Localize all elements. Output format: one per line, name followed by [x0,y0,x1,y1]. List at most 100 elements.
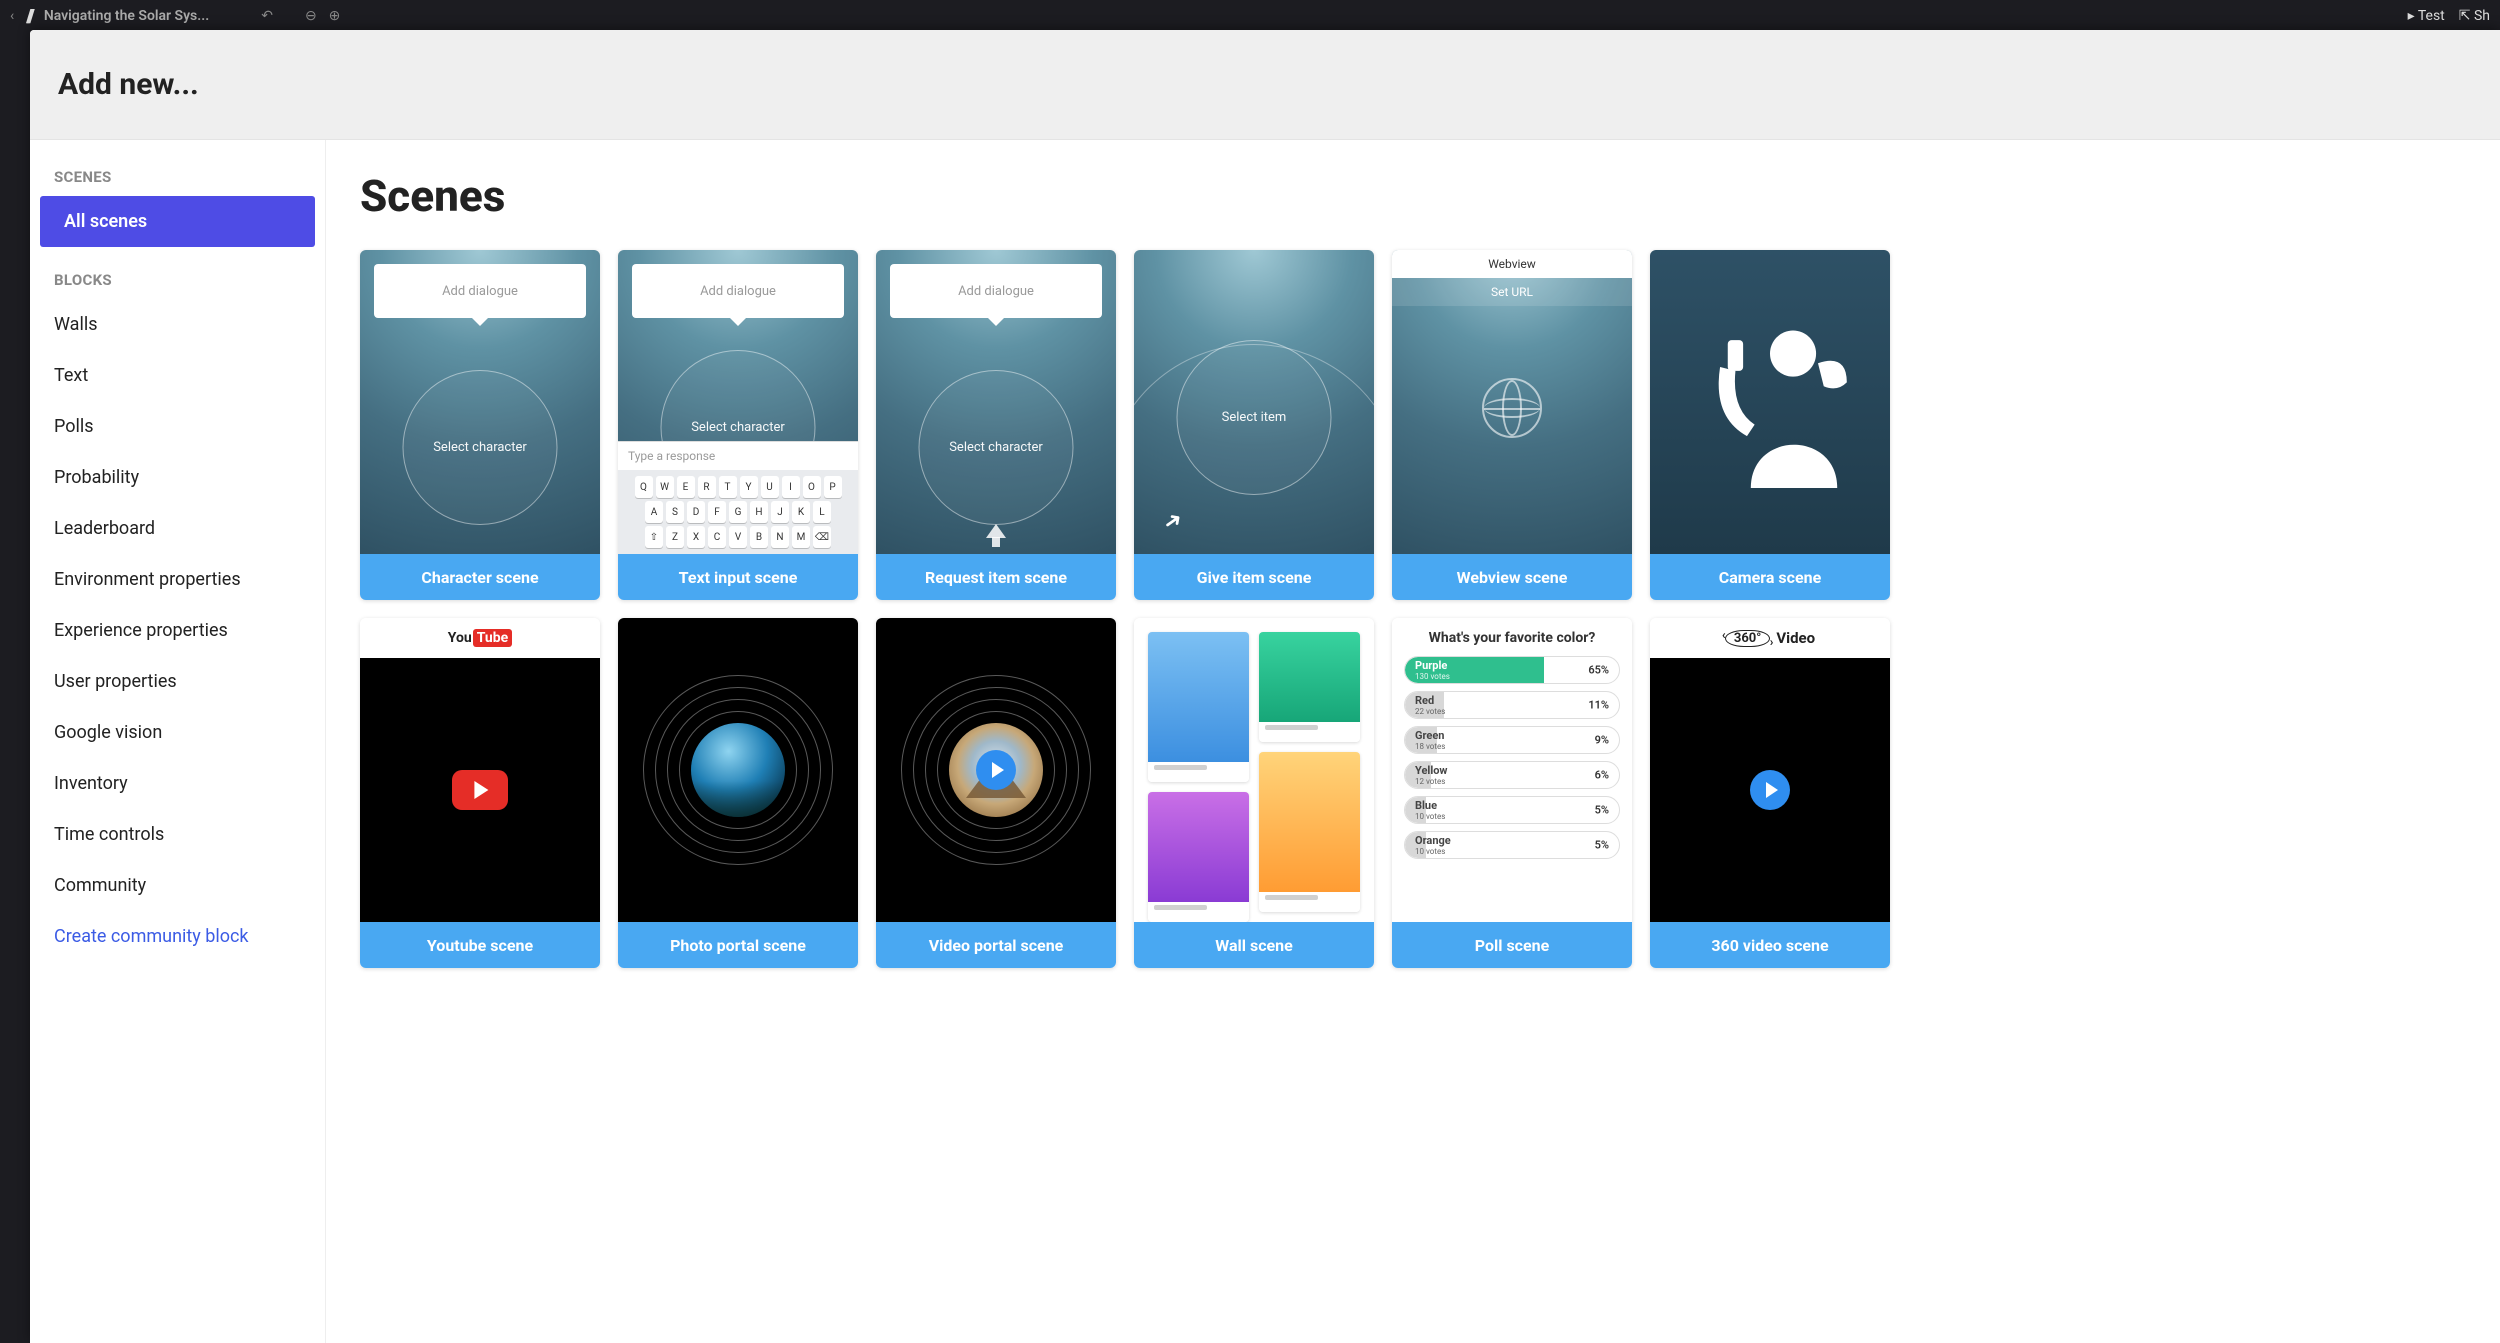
sidebar-item-community[interactable]: Community [30,860,325,911]
keyboard-key: H [750,501,768,523]
scene-card-title: 360 video scene [1650,922,1890,968]
select-character-circle: Select character [403,370,558,525]
scene-card-camera[interactable]: Camera scene [1650,250,1890,600]
scene-card-grid: Add dialogue Select character Character … [360,250,2466,968]
poll-option: Purple130 votes65% [1404,656,1620,684]
scene-card-video-portal[interactable]: Video portal scene [876,618,1116,968]
scene-card-wall[interactable]: Wall scene [1134,618,1374,968]
keyboard-key: ⇧ [645,526,663,548]
test-button[interactable]: ▸ Test [2408,8,2445,24]
app-shell: ‹ /// Navigating the Solar Sys... ↶ ⊖ ⊕ … [0,0,2500,1343]
select-character-circle: Select character [919,370,1074,525]
sidebar-group-blocks: BLOCKS [30,261,325,299]
globe-icon [1482,378,1542,438]
keyboard-key: ⌫ [813,526,831,548]
scene-card-youtube[interactable]: YouTube Youtube scene [360,618,600,968]
keyboard-key: Z [666,526,684,548]
portal-rings-icon [901,675,1091,865]
webview-label: Webview [1392,250,1632,278]
keyboard-mock: Type a response QWERTYUIOPASDFGHJKL⇧ZXCV… [618,441,858,554]
keyboard-key: P [824,476,842,498]
keyboard-key: E [677,476,695,498]
scene-card-title: Poll scene [1392,922,1632,968]
scene-card-360-video[interactable]: 360°Video 360 video scene [1650,618,1890,968]
scene-card-text-input[interactable]: Add dialogue Select character Type a res… [618,250,858,600]
keyboard-key: L [813,501,831,523]
sidebar-item-text[interactable]: Text [30,350,325,401]
poll-option: Orange10 votes5% [1404,831,1620,859]
sidebar-item-all-scenes[interactable]: All scenes [40,196,315,247]
scene-card-title: Camera scene [1650,554,1890,600]
undo-icon[interactable]: ↶ [261,8,273,24]
sidebar: SCENES All scenes BLOCKS WallsTextPollsP… [30,140,326,1343]
scene-card-request-item[interactable]: Add dialogue Select character Request it… [876,250,1116,600]
sidebar-create-community-block[interactable]: Create community block [30,911,325,962]
keyboard-key: Y [740,476,758,498]
youtube-logo: YouTube [360,618,600,658]
keyboard-key: X [687,526,705,548]
main-content: Scenes Add dialogue Select character Cha… [326,140,2500,1343]
poll-option: Yellow12 votes6% [1404,761,1620,789]
sidebar-item-time-controls[interactable]: Time controls [30,809,325,860]
keyboard-key: W [656,476,674,498]
scene-card-character[interactable]: Add dialogue Select character Character … [360,250,600,600]
modal-title: Add new... [58,67,199,102]
keyboard-key: K [792,501,810,523]
keyboard-key: U [761,476,779,498]
sidebar-item-google-vision[interactable]: Google vision [30,707,325,758]
scene-card-title: Photo portal scene [618,922,858,968]
keyboard-key: I [782,476,800,498]
keyboard-key: M [792,526,810,548]
sidebar-item-probability[interactable]: Probability [30,452,325,503]
keyboard-key: N [771,526,789,548]
keyboard-key: R [698,476,716,498]
scene-card-title: Give item scene [1134,554,1374,600]
scene-card-title: Wall scene [1134,922,1374,968]
keyboard-key: J [771,501,789,523]
sidebar-item-user-properties[interactable]: User properties [30,656,325,707]
scene-card-title: Text input scene [618,554,858,600]
scene-card-poll[interactable]: What's your favorite color? Purple130 vo… [1392,618,1632,968]
sidebar-item-experience-properties[interactable]: Experience properties [30,605,325,656]
poll-option: Blue10 votes5% [1404,796,1620,824]
scene-card-title: Youtube scene [360,922,600,968]
back-icon[interactable]: ‹ [10,8,14,24]
youtube-play-icon [452,770,508,810]
dialogue-placeholder: Add dialogue [890,264,1102,318]
play-icon [976,750,1016,790]
sidebar-item-leaderboard[interactable]: Leaderboard [30,503,325,554]
scene-card-title: Video portal scene [876,922,1116,968]
keyboard-key: D [687,501,705,523]
sidebar-item-inventory[interactable]: Inventory [30,758,325,809]
scene-card-give-item[interactable]: Select item ➜ Give item scene [1134,250,1374,600]
add-new-modal: Add new... SCENES All scenes BLOCKS Wall… [30,30,2500,1343]
keyboard-key: G [729,501,747,523]
camera-selfie-icon [1650,250,1890,554]
poll-option: Green18 votes9% [1404,726,1620,754]
sidebar-item-environment-properties[interactable]: Environment properties [30,554,325,605]
set-url-bar: Set URL [1392,278,1632,306]
sidebar-item-polls[interactable]: Polls [30,401,325,452]
logo-icon: /// [26,6,32,27]
scene-card-title: Webview scene [1392,554,1632,600]
play-icon [1750,770,1790,810]
dialogue-placeholder: Add dialogue [374,264,586,318]
keyboard-key: A [645,501,663,523]
zoom-in-icon[interactable]: ⊕ [329,8,341,24]
app-topbar: ‹ /// Navigating the Solar Sys... ↶ ⊖ ⊕ … [0,0,2500,32]
keyboard-key: Q [635,476,653,498]
dialogue-placeholder: Add dialogue [632,264,844,318]
zoom-out-icon[interactable]: ⊖ [305,8,317,24]
share-button[interactable]: ⇱ Sh [2459,8,2490,24]
keyboard-key: T [719,476,737,498]
scene-card-webview[interactable]: Webview Set URL Webview scene [1392,250,1632,600]
sidebar-item-walls[interactable]: Walls [30,299,325,350]
scene-card-photo-portal[interactable]: Photo portal scene [618,618,858,968]
keyboard-key: S [666,501,684,523]
project-title: Navigating the Solar Sys... [44,8,209,24]
modal-header: Add new... [30,30,2500,140]
sidebar-group-scenes: SCENES [30,158,325,196]
keyboard-key: O [803,476,821,498]
scene-card-title: Character scene [360,554,600,600]
poll-preview: What's your favorite color? Purple130 vo… [1392,618,1632,922]
